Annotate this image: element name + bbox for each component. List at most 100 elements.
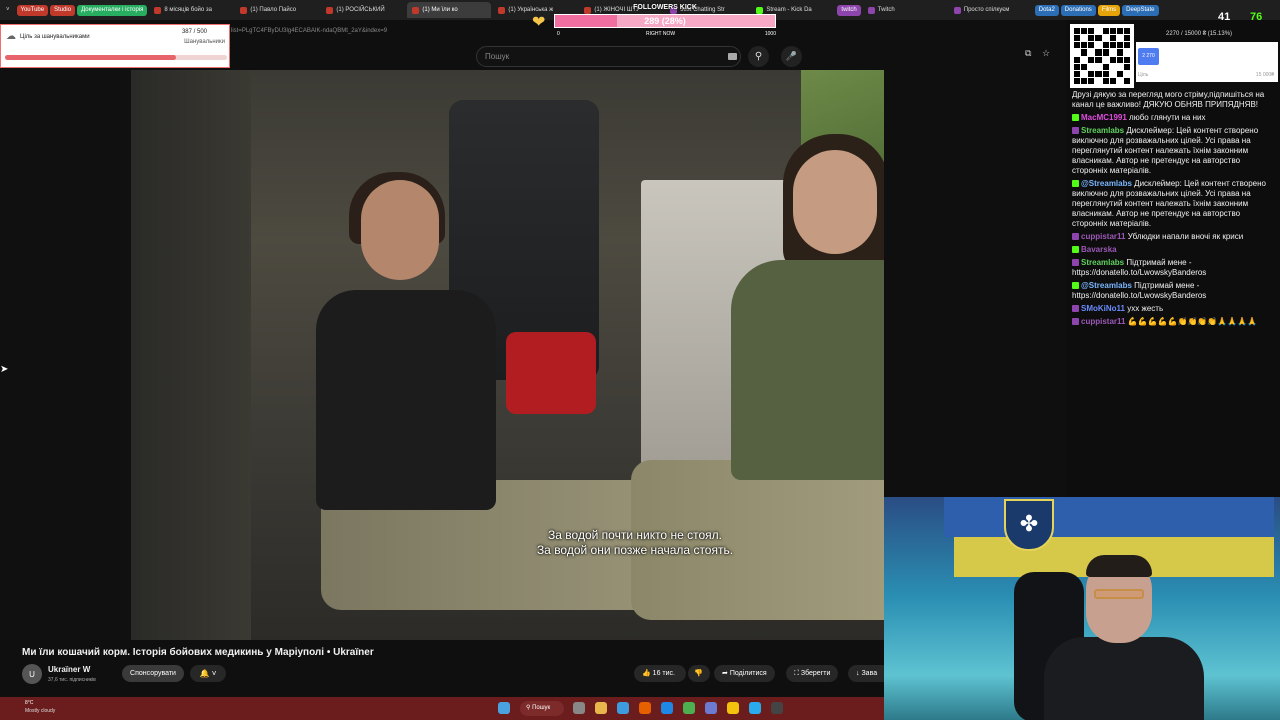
- search-input[interactable]: Пошук: [476, 46, 741, 67]
- telegram-icon[interactable]: [749, 702, 761, 714]
- browser-tab[interactable]: Twitch: [863, 2, 947, 18]
- search-icon[interactable]: ⚲: [748, 46, 769, 67]
- tab-label: DeepState: [1126, 6, 1155, 13]
- tab-label: (1) Ми їли ко: [422, 7, 458, 13]
- tab-label: Документалки і історія: [81, 6, 144, 13]
- chat-username[interactable]: Bavarska: [1081, 245, 1117, 254]
- save-icon: ⛶: [794, 670, 799, 677]
- chat-username[interactable]: MacMC1991: [1081, 113, 1127, 122]
- tab-label: Просто спілкуєм: [963, 7, 1010, 13]
- supporters-goal-sub: Шанувальники: [184, 39, 225, 45]
- browser-tab[interactable]: Dota2: [1034, 4, 1059, 16]
- emblem-icon: ✤: [1004, 499, 1054, 551]
- tab-favicon-icon: [240, 6, 248, 14]
- platform-badge-icon: [1072, 114, 1079, 122]
- chrome-icon[interactable]: [727, 702, 739, 714]
- followers-goal-title: FOLLOWERS KICK: [633, 4, 697, 11]
- tab-label: (1) РОСІЙСЬКИЙ: [336, 7, 385, 13]
- tab-label: YouTube: [20, 6, 45, 13]
- supporters-progress-bar: [5, 55, 227, 60]
- weather-temp[interactable]: 8°C: [25, 700, 33, 706]
- chat-username[interactable]: cuppistar11: [1081, 232, 1125, 241]
- followers-goal-value: 289 (28%): [644, 16, 686, 26]
- browser-tab[interactable]: Studio: [50, 4, 76, 16]
- goal-icon: ☁: [6, 31, 16, 42]
- browser-tab[interactable]: DeepState: [1122, 4, 1159, 16]
- browser-tab[interactable]: twitch: [837, 4, 861, 16]
- bell-icon: 🔔: [199, 669, 210, 678]
- obs-icon[interactable]: [771, 702, 783, 714]
- chat-text: ухх жесть: [1127, 304, 1164, 313]
- notification-bell-button[interactable]: 🔔 ˅: [190, 665, 226, 682]
- tab-label: Studio: [54, 6, 72, 13]
- chat-message: @Streamlabs Дисклеймер: Цей контент ство…: [1072, 179, 1276, 229]
- chat-text: Ублюдки напали вночі як криси: [1127, 232, 1244, 241]
- share-label: Поділитися: [729, 670, 767, 677]
- app-icon[interactable]: [661, 702, 673, 714]
- share-button[interactable]: ➦ Поділитися: [714, 665, 775, 682]
- tab-label: 8 місяців бойо за: [164, 7, 212, 13]
- like-count: 16 тис.: [652, 670, 675, 677]
- share-icon: ➦: [722, 670, 728, 677]
- tab-label: (1) Павло Пайсо: [250, 7, 297, 13]
- chat-message: Друзі дякую за перегляд мого стріму,підп…: [1072, 90, 1276, 110]
- sponsor-button[interactable]: Спонсорувати: [122, 665, 184, 682]
- browser-tab[interactable]: Donations: [1060, 4, 1096, 16]
- browser-tab[interactable]: Документалки і історія: [77, 4, 148, 16]
- donation-current: 2 270: [1138, 48, 1159, 65]
- tab-label: Donations: [1064, 6, 1092, 13]
- supporters-goal-widget: ☁ Ціль за шанувальниками 387 / 500 Шанув…: [0, 24, 230, 68]
- supporters-progress-fill: [5, 55, 176, 60]
- browser-tab[interactable]: 8 місяців бойо за: [149, 2, 233, 18]
- followers-goal-widget: FOLLOWERS KICK 289 (28%) 0 RIGHT NOW 100…: [554, 4, 776, 40]
- like-button[interactable]: 👍 16 тис.: [634, 665, 686, 682]
- chat-username[interactable]: Streamlabs: [1081, 126, 1124, 135]
- browser-tab[interactable]: Films: [1097, 4, 1121, 16]
- edge-icon[interactable]: [617, 702, 629, 714]
- chat-username[interactable]: Streamlabs: [1081, 258, 1124, 267]
- browser-tab[interactable]: Просто спілкуєм: [949, 2, 1033, 18]
- dislike-button[interactable]: 👎: [688, 665, 710, 682]
- platform-badge-icon: [1072, 127, 1079, 135]
- chat-username[interactable]: @Streamlabs: [1081, 179, 1132, 188]
- download-label: Зава: [861, 670, 878, 677]
- keyboard-icon[interactable]: [728, 53, 737, 60]
- chat-username[interactable]: cuppistar11: [1081, 317, 1125, 326]
- platform-badge-icon: [1072, 180, 1079, 188]
- tab-search-icon[interactable]: ˅: [1, 2, 15, 18]
- channel-avatar[interactable]: U: [22, 664, 42, 684]
- platform-badge-icon: [1072, 318, 1079, 326]
- weather-desc[interactable]: Mostly cloudy: [25, 708, 55, 714]
- chat-text: Друзі дякую за перегляд мого стріму,підп…: [1072, 90, 1265, 109]
- taskbar-search[interactable]: ⚲ Пошук: [520, 701, 564, 716]
- browser-tab[interactable]: (1) Павло Пайсо: [235, 2, 319, 18]
- chat-message: SMoKiNo11 ухх жесть: [1072, 304, 1276, 314]
- save-button[interactable]: ⛶ Зберегти: [786, 665, 839, 682]
- app-icon[interactable]: [705, 702, 717, 714]
- browser-tab[interactable]: (1) Ми їли ко: [407, 2, 492, 18]
- start-icon[interactable]: [498, 702, 510, 714]
- windows-taskbar: 8°C Mostly cloudy ⚲ Пошук: [0, 697, 884, 720]
- file-explorer-icon[interactable]: [595, 702, 607, 714]
- chat-message: Bavarska: [1072, 245, 1276, 255]
- bookmark-star-icon[interactable]: ☆: [1042, 48, 1050, 59]
- task-view-icon[interactable]: [573, 702, 585, 714]
- browser-tab[interactable]: YouTube: [16, 4, 49, 16]
- tab-label: Dota2: [1038, 6, 1055, 13]
- chevron-down-icon: ˅: [211, 669, 217, 678]
- microphone-icon[interactable]: 🎤: [781, 46, 802, 67]
- platform-badge-icon: [1072, 282, 1079, 290]
- app-icon[interactable]: [683, 702, 695, 714]
- save-label: Зберегти: [800, 670, 831, 677]
- webcam-overlay: ✤: [884, 497, 1280, 720]
- browser-tab[interactable]: (1) РОСІЙСЬКИЙ: [321, 2, 405, 18]
- tab-favicon-icon: [953, 6, 961, 14]
- cast-icon[interactable]: ⧉: [1025, 48, 1031, 59]
- address-bar-url[interactable]: list=PLgTC4FByDU3lg4ECABAIK-ndaQBMt_2aY&…: [231, 28, 387, 34]
- chat-username[interactable]: SMoKiNo11: [1081, 304, 1125, 313]
- download-button[interactable]: ↓ Зава: [848, 665, 884, 682]
- chat-username[interactable]: @Streamlabs: [1081, 281, 1132, 290]
- firefox-icon[interactable]: [639, 702, 651, 714]
- channel-name[interactable]: Ukraїner W: [48, 665, 90, 674]
- platform-badge-icon: [1072, 246, 1079, 254]
